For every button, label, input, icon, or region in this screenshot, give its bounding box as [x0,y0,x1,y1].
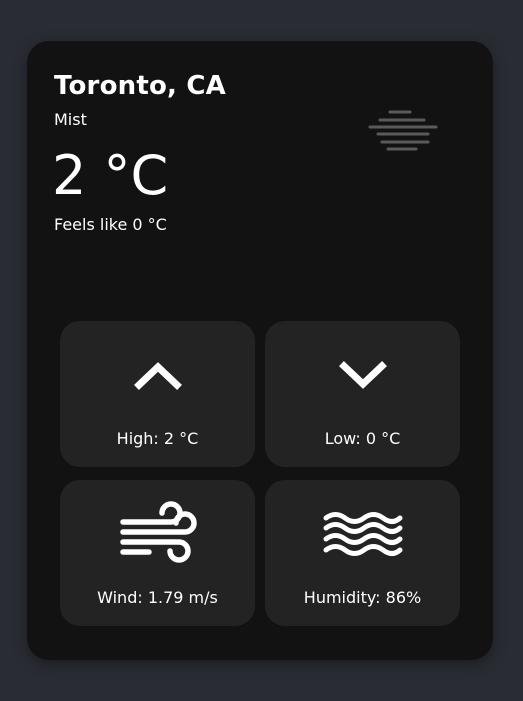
city-name: Toronto, CA [54,71,226,101]
waves-icon [323,512,402,556]
current-temperature: 2 °C [52,144,169,207]
high-temp-label: High: 2 °C [116,429,199,448]
low-temp-label: Low: 0 °C [324,429,401,448]
weather-condition: Mist [54,110,87,129]
humidity-label: Humidity: 86% [303,588,422,607]
mist-icon [368,110,438,151]
feels-like-temperature: Feels like 0 °C [54,215,167,234]
humidity-tile: Humidity: 86% [265,480,460,626]
low-temp-tile: Low: 0 °C [265,321,460,467]
weather-card: Toronto, CA Mist 2 °C Feels like 0 °C Hi… [27,41,493,660]
wind-label: Wind: 1.79 m/s [97,588,218,607]
wind-icon [119,501,197,563]
chevron-up-icon [133,362,182,390]
wind-tile: Wind: 1.79 m/s [60,480,255,626]
chevron-down-icon [338,361,387,389]
high-temp-tile: High: 2 °C [60,321,255,467]
